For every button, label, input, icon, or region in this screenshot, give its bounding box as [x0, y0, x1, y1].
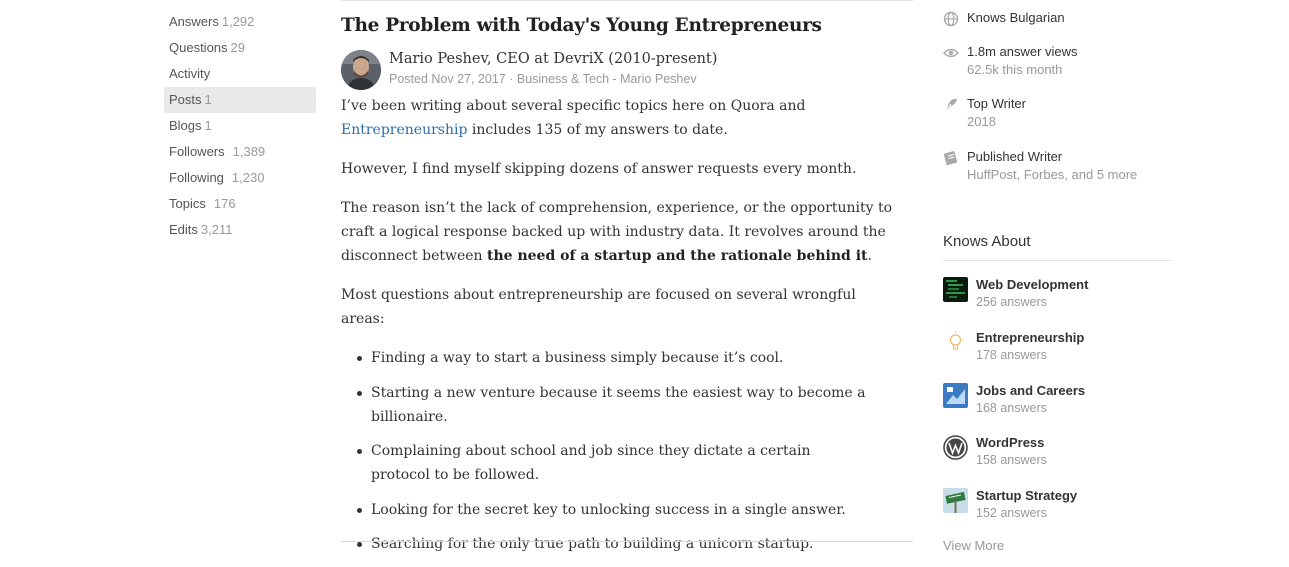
list-item: Complaining about school and job since t… — [357, 439, 871, 487]
credential-text: Top Writer — [967, 96, 1026, 111]
nav-item-posts[interactable]: Posts 1 — [164, 87, 316, 113]
topic-startup-strategy[interactable]: Startup Strategy 152 answers — [943, 488, 1171, 528]
nav-item-questions[interactable]: Questions 29 — [164, 35, 316, 61]
list-item: Searching for the only true path to buil… — [357, 532, 871, 556]
nav-count: 1 — [204, 92, 212, 107]
nav-item-followers[interactable]: Followers 1,389 — [164, 139, 316, 165]
topic-name: Jobs and Careers — [976, 383, 1086, 398]
nav-item-blogs[interactable]: Blogs 1 — [164, 113, 316, 139]
nav-label: Questions — [169, 40, 228, 55]
nav-label: Posts — [169, 92, 202, 107]
wordpress-logo — [943, 435, 968, 460]
topic-count: 152 answers — [976, 506, 1047, 520]
paragraph-text: I’ve been writing about several specific… — [341, 98, 806, 114]
nav-label: Answers — [169, 14, 219, 29]
sign-thumb — [943, 488, 968, 513]
nav-label: Blogs — [169, 118, 202, 133]
nav-item-edits[interactable]: Edits 3,211 — [164, 217, 316, 243]
paragraph: Most questions about entrepreneurship ar… — [341, 287, 856, 327]
paragraph-text: includes 135 of my answers to date. — [467, 122, 728, 138]
code-thumb — [943, 277, 968, 302]
topic-wordpress[interactable]: WordPress 158 answers — [943, 435, 1171, 475]
nav-count: 3,211 — [200, 222, 233, 237]
topic-count: 168 answers — [976, 401, 1047, 415]
credential-text: 1.8m answer views — [967, 44, 1078, 59]
topic-count: 178 answers — [976, 348, 1047, 362]
topic-name: Entrepreneurship — [976, 330, 1085, 345]
career-thumb — [943, 383, 968, 408]
list-item: Starting a new venture because it seems … — [357, 381, 871, 429]
list-item: Looking for the secret key to unlocking … — [357, 498, 871, 522]
nav-count: 1,292 — [221, 14, 255, 29]
nav-item-activity[interactable]: Activity — [164, 61, 316, 87]
globe-icon — [943, 11, 959, 27]
nav-label: Topics — [169, 196, 206, 211]
nav-count: 1,230 — [231, 170, 265, 185]
feather-icon — [945, 98, 957, 113]
blog-link[interactable]: Business & Tech - Mario Peshev — [517, 72, 697, 86]
paragraph: The reason isn’t the lack of comprehensi… — [341, 196, 901, 268]
bullet-list: Finding a way to start a business simply… — [341, 346, 901, 556]
post-title[interactable]: The Problem with Today's Young Entrepren… — [341, 15, 822, 36]
newspaper-icon — [943, 151, 958, 166]
meta-separator: · — [505, 72, 517, 86]
paragraph-text: . — [867, 248, 872, 264]
topic-name: Web Development — [976, 277, 1089, 292]
post-meta: Posted Nov 27, 2017 · Business & Tech - … — [389, 72, 697, 86]
nav-item-answers[interactable]: Answers 1,292 — [164, 9, 316, 35]
nav-item-topics[interactable]: Topics 176 — [164, 191, 316, 217]
view-more-link[interactable]: View More — [943, 538, 1004, 553]
knows-about-heading: Knows About — [943, 233, 1171, 261]
credential-subtext: 62.5k this month — [967, 62, 1063, 77]
entrepreneurship-link[interactable]: Entrepreneurship — [341, 122, 467, 138]
nav-label: Following — [169, 170, 224, 185]
author-name[interactable]: Mario Peshev, CEO at DevriX (2010-presen… — [389, 51, 717, 67]
topic-entrepreneurship[interactable]: Entrepreneurship 178 answers — [943, 330, 1171, 370]
credential-subtext: 2018 — [967, 114, 996, 129]
nav-count: 1,389 — [232, 144, 266, 159]
nav-count: 29 — [230, 40, 246, 55]
post-body: I’ve been writing about several specific… — [341, 94, 901, 567]
list-item: Finding a way to start a business simply… — [357, 346, 871, 370]
topic-count: 158 answers — [976, 453, 1047, 467]
lightbulb-thumb — [943, 330, 968, 355]
credential-text: Published Writer — [967, 149, 1063, 164]
credential-subtext: HuffPost, Forbes, and 5 more — [967, 167, 1138, 182]
nav-item-following[interactable]: Following 1,230 — [164, 165, 316, 191]
nav-count: 1 — [204, 118, 212, 133]
profile-nav: Answers 1,292 Questions 29 Activity Posts 1… — [164, 9, 316, 243]
avatar-image — [341, 50, 381, 90]
topic-name: WordPress — [976, 435, 1045, 450]
nav-label: Followers — [169, 144, 225, 159]
paragraph: I’ve been writing about several specific… — [341, 94, 901, 142]
nav-label: Activity — [169, 66, 211, 81]
paragraph: However, I find myself skipping dozens o… — [341, 161, 857, 177]
nav-count: 176 — [213, 196, 236, 211]
nav-label: Edits — [169, 222, 198, 237]
credential-text: Knows Bulgarian — [967, 10, 1065, 25]
topic-count: 256 answers — [976, 295, 1047, 309]
post-date-link[interactable]: Posted Nov 27, 2017 — [389, 72, 506, 86]
divider — [341, 541, 913, 542]
eye-icon — [943, 48, 959, 58]
topic-web-development[interactable]: Web Development 256 answers — [943, 277, 1171, 317]
bold-text: the need of a startup and the rationale … — [487, 248, 868, 264]
avatar[interactable] — [341, 50, 381, 90]
topic-name: Startup Strategy — [976, 488, 1078, 503]
topic-jobs-and-careers[interactable]: Jobs and Careers 168 answers — [943, 383, 1171, 423]
divider — [341, 0, 913, 1]
